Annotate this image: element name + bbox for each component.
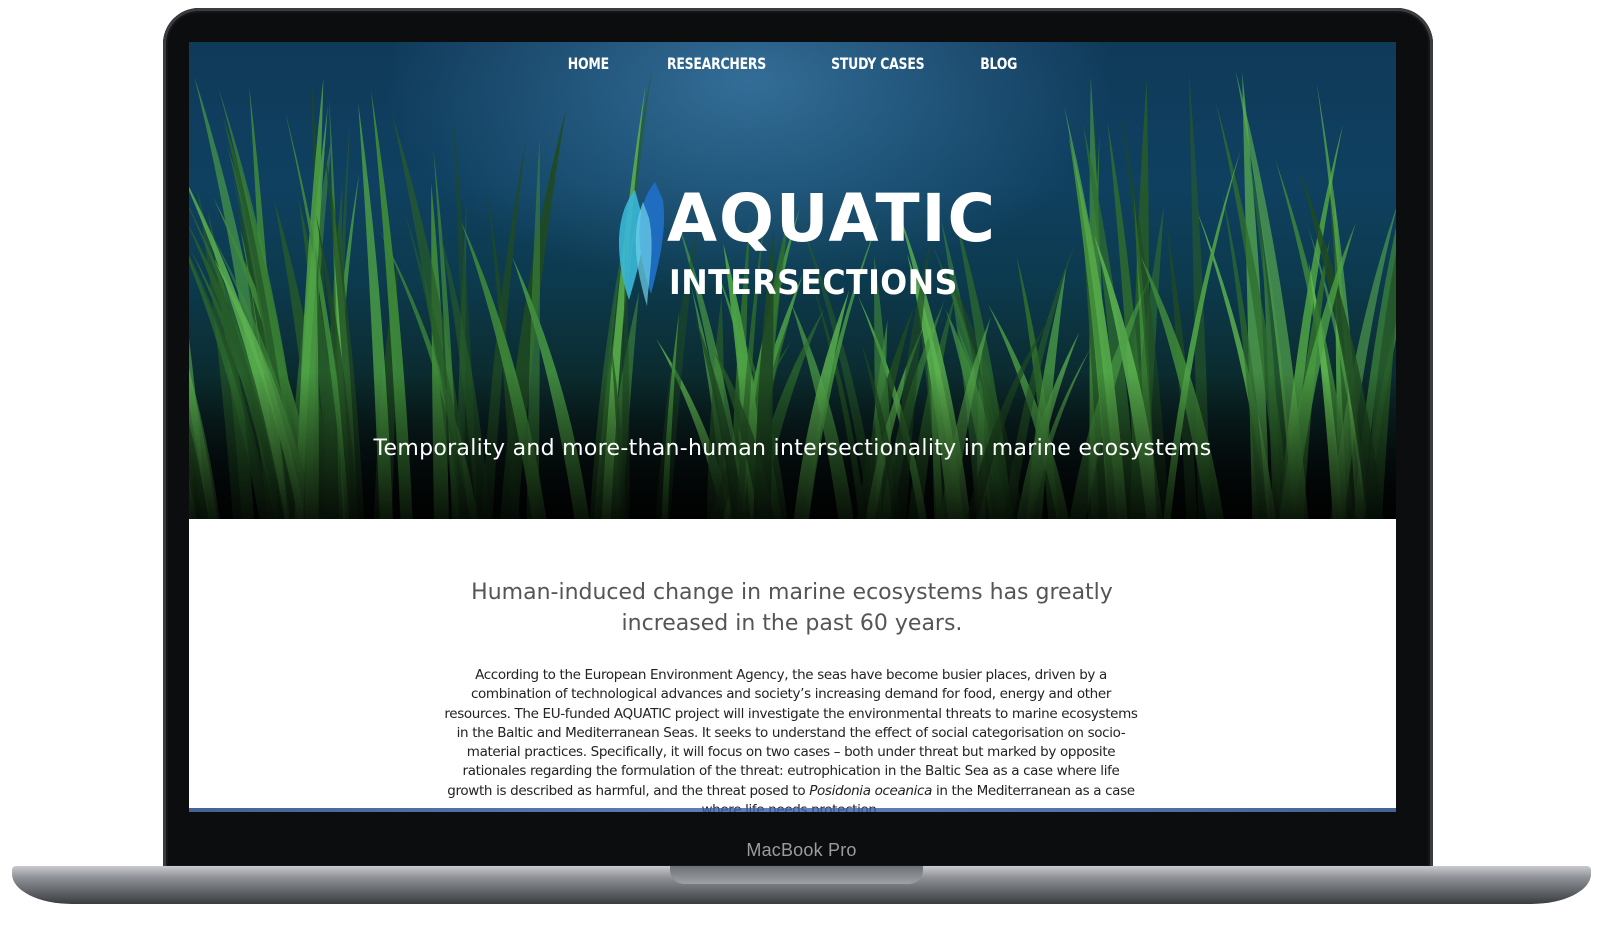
device-label: MacBook Pro [746, 840, 857, 860]
intro-section: Human-induced change in marine ecosystem… [189, 519, 1396, 812]
logo-wordmark-secondary: INTERSECTIONS [669, 263, 958, 303]
site-logo[interactable]: AQUATIC INTERSECTIONS [607, 182, 1027, 312]
browser-viewport: HOME RESEARCHERS STUDY CASES BLOG AQUATI… [189, 42, 1396, 812]
nav-blog[interactable]: BLOG [981, 50, 1018, 77]
intro-headline: Human-induced change in marine ecosystem… [471, 580, 1113, 636]
hero-tagline: Temporality and more-than-human intersec… [373, 436, 1212, 461]
intro-paragraph: According to the European Environment Ag… [443, 666, 1139, 812]
nav-study-cases[interactable]: STUDY CASES [831, 50, 924, 77]
hero-banner: HOME RESEARCHERS STUDY CASES BLOG AQUATI… [189, 42, 1396, 519]
logo-wordmark-primary: AQUATIC [667, 180, 997, 257]
species-name: Posidonia oceanica [809, 782, 933, 799]
nav-home[interactable]: HOME [568, 50, 609, 77]
nav-researchers[interactable]: RESEARCHERS [667, 50, 766, 77]
laptop-notch [670, 866, 923, 884]
screen-edge [189, 808, 1396, 812]
main-nav: HOME RESEARCHERS STUDY CASES BLOG [189, 50, 1396, 77]
intro-text-start: According to the European Environment Ag… [444, 667, 1138, 799]
